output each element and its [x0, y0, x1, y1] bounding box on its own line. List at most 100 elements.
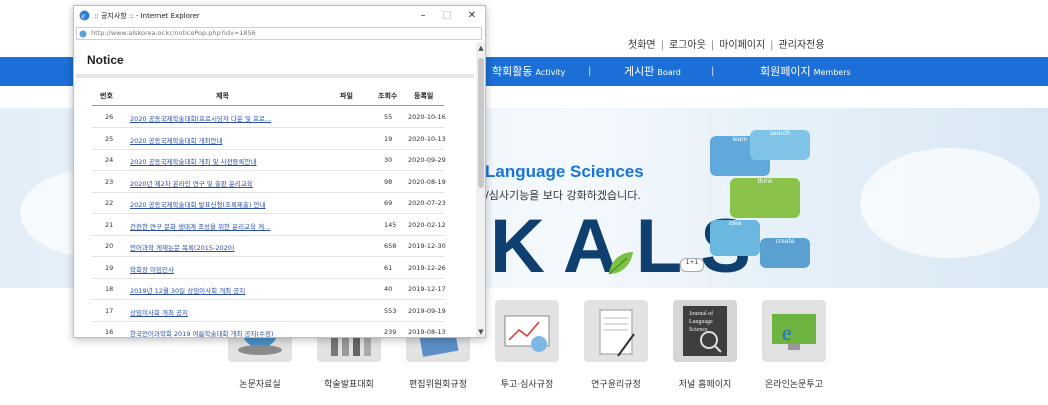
- maximize-button[interactable]: □: [440, 9, 454, 23]
- nav-item-board[interactable]: 게시판 Board: [624, 57, 681, 86]
- row-date: 2019-08-13: [408, 328, 446, 336]
- column-header-title: 제목: [216, 92, 229, 100]
- nav-item-activity[interactable]: 학회활동 Activity: [492, 57, 565, 86]
- notice-title-link[interactable]: 언어과학 게재논문 목록(2015-2020): [130, 242, 234, 252]
- table-row: 18 2019년 12월 30일 상임이사회 개최 공지 40 2019-12-17: [92, 279, 446, 300]
- notice-title-link[interactable]: 2020 공동국제학술대회 개최 및 사전등록안내: [130, 156, 256, 166]
- table-row: 17 상임이사회 개최 공지 553 2019-09-19: [92, 301, 446, 322]
- row-date: 2020-10-13: [408, 134, 446, 143]
- row-number: 17: [105, 306, 114, 315]
- row-views: 61: [384, 263, 393, 272]
- puzzle-piece: create: [760, 238, 810, 268]
- nav-label-en: Activity: [535, 68, 566, 77]
- quick-link-ethics[interactable]: [584, 300, 648, 362]
- nav-separator: |: [588, 66, 592, 77]
- svg-text:e: e: [82, 12, 86, 21]
- row-number: 19: [105, 263, 114, 272]
- notice-title-link[interactable]: 2020 공동국제학술대회(프로시딩자 다운 및 프로...: [130, 113, 271, 123]
- table-row: 20 언어과학 게재논문 목록(2015-2020) 658 2019-12-30: [92, 236, 446, 257]
- row-views: 30: [384, 156, 393, 164]
- row-date: 2020-08-19: [408, 177, 446, 186]
- scrollbar-thumb[interactable]: [478, 58, 484, 188]
- svg-text:e: e: [782, 320, 792, 345]
- row-views: 239: [384, 328, 397, 336]
- popup-title-bar[interactable]: e :: 공지사항 :: - Internet Explorer – □ ✕: [74, 6, 485, 26]
- puzzle-graphic: learn search think idea create 1+1: [680, 128, 820, 278]
- table-row: 22 2020 공동국제학술대회 발표신청(초록제출) 안내 69 2020-07-2…: [92, 193, 446, 214]
- row-date: 2019-12-26: [408, 263, 446, 272]
- column-header-number: 번호: [100, 92, 113, 100]
- popup-scrollbar[interactable]: ▲ ▼: [476, 42, 485, 337]
- notice-heading: Notice: [87, 53, 124, 67]
- scroll-up-icon[interactable]: ▲: [476, 44, 485, 52]
- column-header-views: 조회수: [378, 92, 398, 100]
- puzzle-word: think: [757, 178, 773, 185]
- row-number: 23: [105, 177, 114, 186]
- nav-label-en: Board: [657, 68, 681, 77]
- scroll-down-icon[interactable]: ▼: [476, 328, 485, 336]
- address-bar[interactable]: http://www.alskorea.or.kr/noticePop.php?…: [76, 27, 482, 40]
- quick-link-label: 학술발표대회: [324, 380, 374, 390]
- notice-popup-window: e :: 공지사항 :: - Internet Explorer – □ ✕ h…: [73, 5, 486, 338]
- ie-browser-icon: e: [772, 314, 816, 350]
- puzzle-piece: 1+1: [680, 258, 704, 272]
- table-row: 21 건전한 연구 문화 생태계 조성을 위한 윤리교육 게... 145 2020-…: [92, 215, 446, 236]
- row-date: 2019-12-30: [408, 242, 446, 250]
- notice-title-link[interactable]: 상임이사회 개최 공지: [130, 307, 188, 317]
- table-row: 23 2020년 제2차 온라인 연구 및 출판 윤리교육 98 2020-08-19: [92, 172, 446, 193]
- notice-title-link[interactable]: 2020년 제2차 온라인 연구 및 출판 윤리교육: [130, 178, 253, 188]
- row-number: 18: [105, 285, 114, 293]
- nav-item-members[interactable]: 회원페이지 Members: [760, 57, 851, 86]
- notice-title-link[interactable]: 학회장 이임인사: [130, 264, 174, 274]
- quick-link-submission-rules[interactable]: [495, 300, 559, 362]
- notice-title-link[interactable]: 2019년 12월 30일 상임이사회 개최 공지: [130, 285, 245, 295]
- home-link[interactable]: 첫화면: [628, 40, 656, 51]
- page-icon: [79, 30, 87, 38]
- notice-title-link[interactable]: 2020 공동국제학술대회 발표신청(초록제출) 안내: [130, 199, 265, 209]
- banner-title: Language Sciences: [485, 162, 644, 181]
- document-pen-icon: [599, 309, 635, 357]
- row-date: 2020-02-12: [408, 220, 446, 229]
- table-row: 26 2020 공동국제학술대회(프로시딩자 다운 및 프로... 55 2020-1…: [92, 107, 446, 128]
- cloud-decoration: [860, 148, 1040, 258]
- column-header-date: 등록일: [414, 92, 434, 100]
- puzzle-word: search: [770, 130, 790, 137]
- puzzle-word: learn: [732, 136, 748, 143]
- row-number: 24: [105, 156, 114, 164]
- mypage-link[interactable]: 마이페이지: [719, 40, 765, 51]
- row-views: 145: [384, 220, 397, 229]
- link-separator: |: [770, 40, 774, 51]
- column-header-file: 파일: [340, 92, 353, 100]
- journal-cover-text: Journal of Language Science: [689, 311, 714, 333]
- nav-label: 회원페이지: [760, 65, 811, 78]
- row-views: 69: [384, 199, 393, 207]
- row-date: 2019-09-19: [408, 306, 446, 315]
- logout-link[interactable]: 로그아웃: [669, 40, 706, 51]
- row-views: 98: [384, 177, 393, 186]
- popup-title: :: 공지사항 :: - Internet Explorer: [94, 12, 200, 20]
- nav-label-en: Members: [813, 68, 851, 77]
- puzzle-piece: search: [750, 130, 810, 160]
- row-number: 26: [105, 113, 114, 121]
- notice-title-link[interactable]: 한국언어과학회 2019 여름학술대회 개최 공지(수정): [130, 328, 274, 337]
- row-date: 2019-12-17: [408, 285, 446, 293]
- link-separator: |: [710, 40, 715, 51]
- minimize-button[interactable]: –: [416, 9, 430, 23]
- row-views: 658: [384, 242, 397, 250]
- quick-link-label: 논문자료실: [239, 380, 281, 390]
- quick-link-label: 온라인논문투고: [765, 380, 823, 390]
- notice-title-link[interactable]: 건전한 연구 문화 생태계 조성을 위한 윤리교육 게...: [130, 221, 270, 231]
- row-date: 2020-10-16: [408, 113, 446, 121]
- ie-icon: e: [79, 10, 90, 21]
- row-number: 25: [105, 134, 114, 143]
- admin-link[interactable]: 관리자전용: [779, 40, 825, 51]
- puzzle-word: idea: [728, 220, 742, 227]
- close-button[interactable]: ✕: [465, 9, 479, 23]
- monitor-chart-icon: [504, 315, 550, 352]
- link-separator: |: [660, 40, 664, 51]
- table-row: 16 한국언어과학회 2019 여름학술대회 개최 공지(수정) 239 2019-0…: [92, 322, 446, 337]
- quick-link-journal[interactable]: Journal of Language Science: [673, 300, 737, 362]
- notice-title-link[interactable]: 2020 공동국제학술대회 개최안내: [130, 135, 222, 145]
- quick-link-online-submission[interactable]: e: [762, 300, 826, 362]
- row-number: 21: [105, 220, 114, 229]
